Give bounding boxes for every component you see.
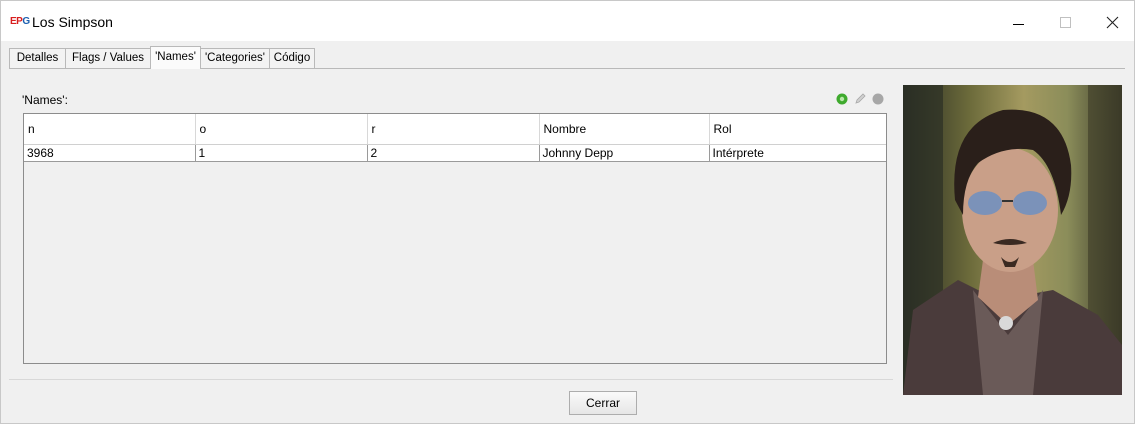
cell-n[interactable]: 3968 <box>24 144 196 162</box>
close-button[interactable]: Cerrar <box>569 391 637 415</box>
tab-codigo[interactable]: Código <box>269 48 315 68</box>
tab-flags-values[interactable]: Flags / Values <box>65 48 151 68</box>
column-header-n[interactable]: n <box>24 114 196 145</box>
tab-categories[interactable]: 'Categories' <box>200 48 270 68</box>
minimize-button[interactable] <box>995 9 1041 37</box>
cell-rol[interactable]: Intérprete <box>709 144 886 162</box>
cell-o[interactable]: 1 <box>195 144 368 162</box>
column-header-r[interactable]: r <box>367 114 540 145</box>
person-photo-graphic <box>903 85 1122 395</box>
close-icon <box>1106 16 1119 29</box>
maximize-button[interactable] <box>1042 9 1088 37</box>
tab-detalles[interactable]: Detalles <box>9 48 66 68</box>
person-photo <box>903 85 1122 395</box>
column-header-nombre[interactable]: Nombre <box>539 114 710 145</box>
column-header-rol[interactable]: Rol <box>709 114 886 145</box>
names-section-label: 'Names': <box>22 93 68 107</box>
app-icon: EPG <box>10 16 30 27</box>
add-icon[interactable] <box>836 93 848 105</box>
window-title: Los Simpson <box>32 14 113 30</box>
cell-r[interactable]: 2 <box>367 144 540 162</box>
column-header-o[interactable]: o <box>195 114 368 145</box>
table-row[interactable]: 3968 1 2 Johnny Depp Intérprete <box>24 144 886 162</box>
names-table[interactable]: n o r Nombre Rol 3968 1 2 Johnny Depp In… <box>23 113 887 364</box>
tab-names[interactable]: 'Names' <box>150 46 201 69</box>
pencil-icon[interactable] <box>854 93 866 105</box>
title-bar[interactable]: EPG Los Simpson <box>1 1 1134 41</box>
footer-divider <box>9 379 893 380</box>
cell-nombre[interactable]: Johnny Depp <box>539 144 710 162</box>
close-window-button[interactable] <box>1089 9 1135 37</box>
dialog-window: EPG Los Simpson Detalles Flags / Values … <box>0 0 1135 424</box>
delete-icon[interactable] <box>872 93 884 105</box>
table-header-row: n o r Nombre Rol <box>24 114 886 145</box>
